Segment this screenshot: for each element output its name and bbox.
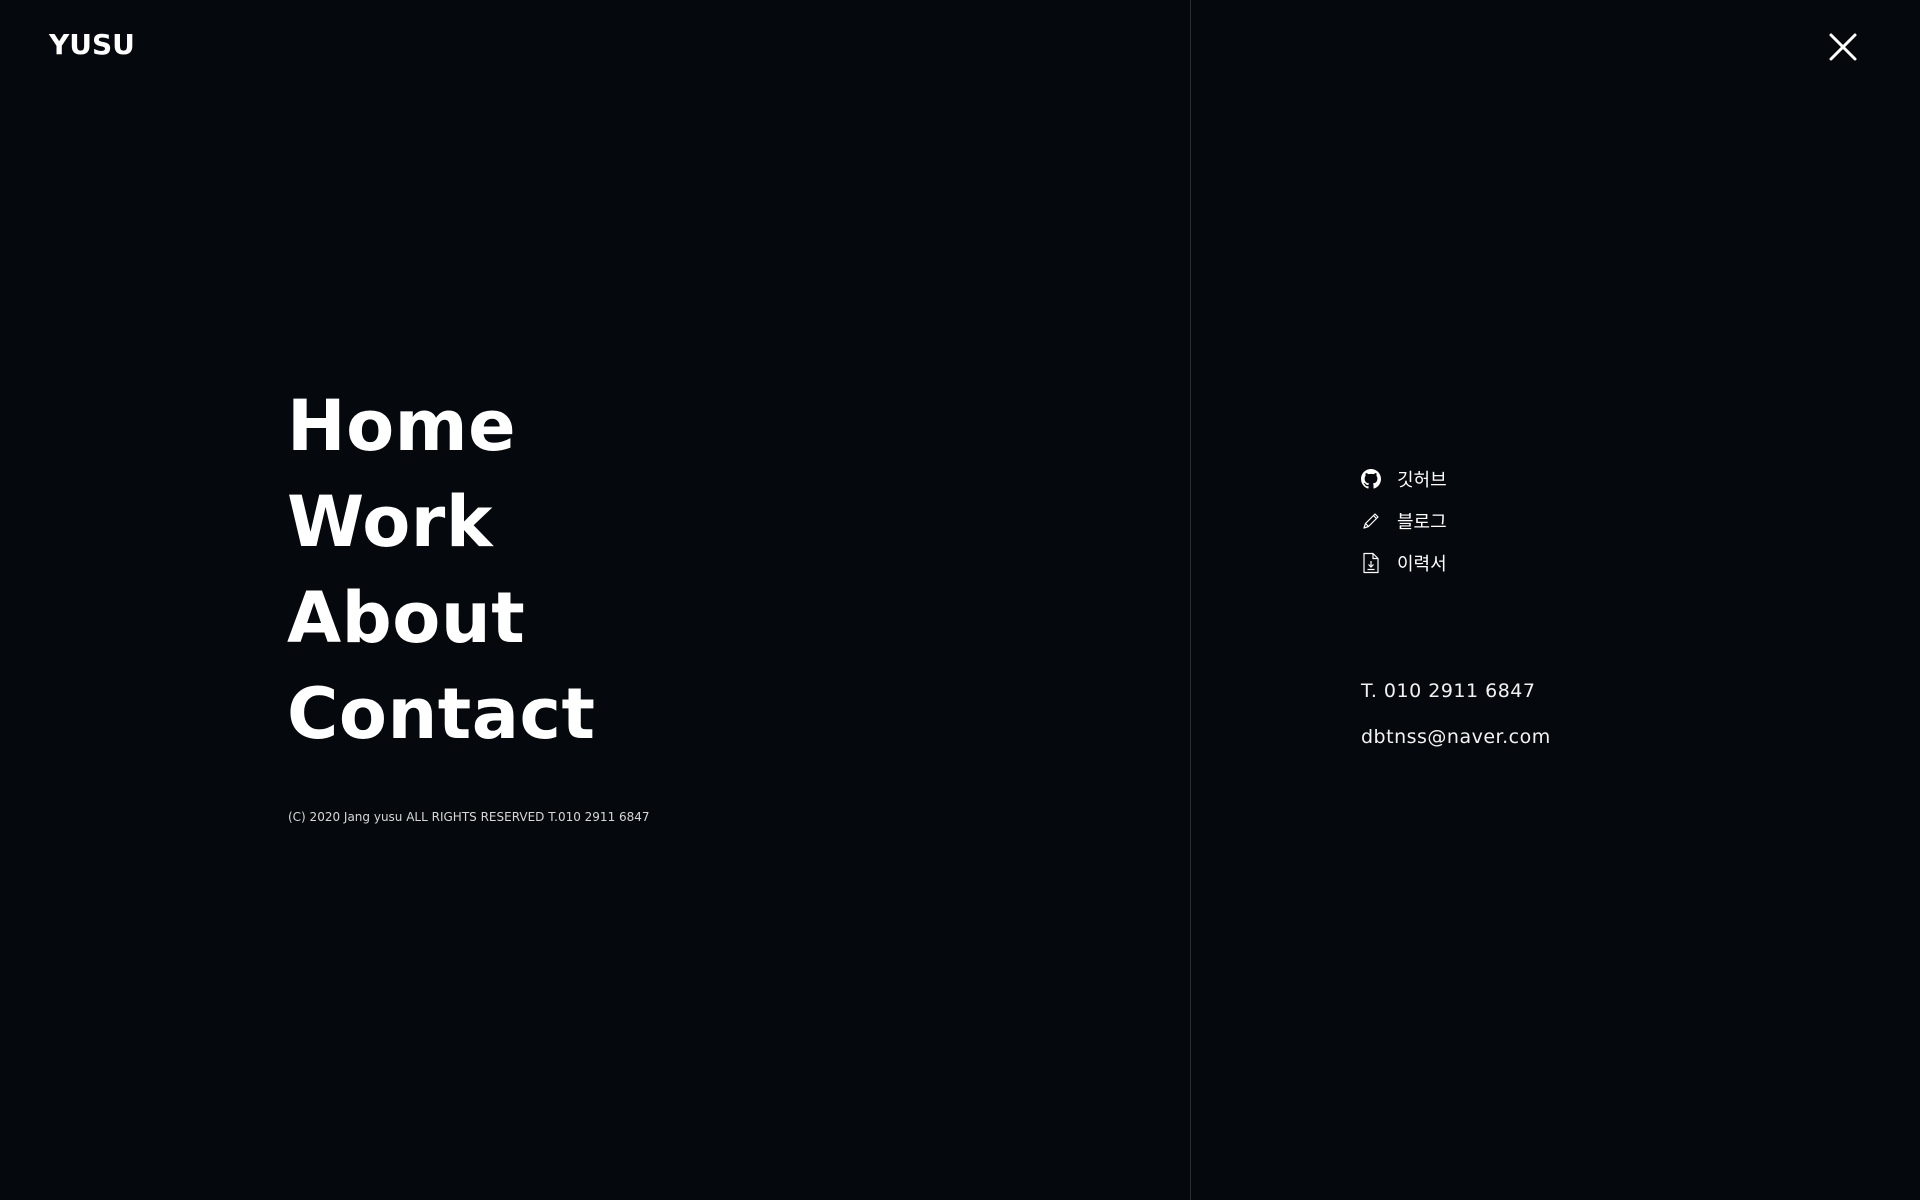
link-resume-label: 이력서	[1397, 554, 1447, 575]
contact-phone[interactable]: T. 010 2911 6847	[1361, 668, 1551, 714]
github-icon	[1360, 468, 1382, 490]
pencil-icon	[1360, 510, 1382, 532]
main-nav: Home Work About Contact	[287, 378, 595, 762]
link-blog[interactable]: 블로그	[1360, 500, 1447, 542]
copyright-text: (C) 2020 Jang yusu ALL RIGHTS RESERVED T…	[288, 810, 650, 824]
external-links: 깃허브 블로그 이력서	[1360, 458, 1447, 584]
nav-item-home[interactable]: Home	[287, 378, 595, 474]
link-github-label: 깃허브	[1397, 470, 1447, 491]
nav-item-contact[interactable]: Contact	[287, 666, 595, 762]
site-logo[interactable]: YUSU	[49, 28, 135, 61]
link-resume[interactable]: 이력서	[1360, 542, 1447, 584]
contact-email[interactable]: dbtnss@naver.com	[1361, 714, 1551, 760]
nav-item-work[interactable]: Work	[287, 474, 595, 570]
close-icon	[1829, 33, 1857, 61]
nav-item-about[interactable]: About	[287, 570, 595, 666]
link-github[interactable]: 깃허브	[1360, 458, 1447, 500]
panel-divider	[1190, 0, 1191, 1200]
contact-info: T. 010 2911 6847 dbtnss@naver.com	[1361, 668, 1551, 760]
menu-overlay: YUSU Home Work About Contact (C) 2020 Ja…	[0, 0, 1920, 1200]
file-download-icon	[1360, 552, 1382, 574]
link-blog-label: 블로그	[1397, 512, 1447, 533]
close-menu-button[interactable]	[1826, 30, 1860, 64]
